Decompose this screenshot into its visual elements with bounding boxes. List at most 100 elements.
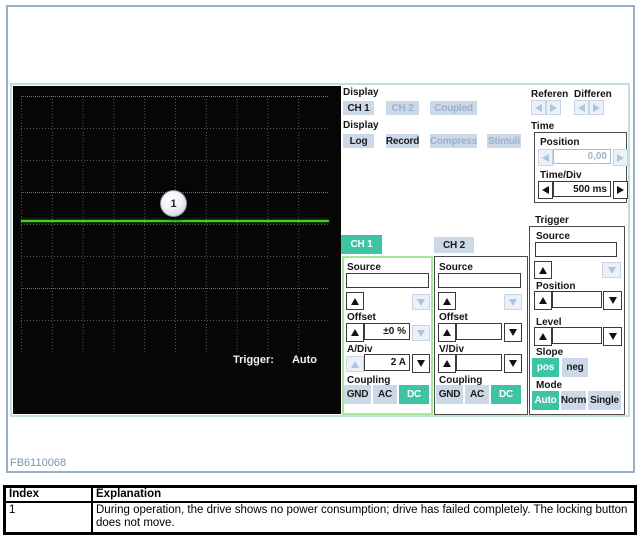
index-column-header: Index — [5, 487, 93, 503]
arrow-down-icon — [509, 360, 517, 367]
ch2-offset-up-button[interactable] — [438, 323, 456, 342]
ch1-coupling-gnd-button[interactable]: GND — [344, 385, 371, 404]
trigger-position-up-button[interactable] — [534, 291, 552, 310]
tab-ch1[interactable]: CH 1 — [341, 235, 382, 254]
time-div-label: Time/Div — [540, 170, 582, 181]
arrow-left-icon — [578, 104, 585, 112]
ch1-source-down-button[interactable] — [412, 294, 430, 310]
table-header-row: Index Explanation — [5, 487, 636, 503]
ch1-source-field[interactable] — [346, 273, 429, 288]
display-ch2-button[interactable]: CH 2 — [386, 101, 419, 115]
arrow-up-icon — [351, 361, 359, 368]
ch1-coupling-ac-button[interactable]: AC — [373, 385, 397, 404]
arrow-down-icon — [609, 297, 617, 304]
arrow-up-icon — [351, 329, 359, 336]
difference-next-button[interactable] — [589, 100, 604, 115]
arrow-up-icon — [443, 298, 451, 305]
time-div-field[interactable]: 500 ms — [553, 181, 611, 197]
table-row: 1 During operation, the drive shows no p… — [5, 502, 636, 534]
ch2-offset-down-button[interactable] — [504, 323, 522, 342]
arrow-down-icon — [509, 299, 517, 306]
ch2-vdiv-down-button[interactable] — [504, 354, 522, 373]
arrow-up-icon — [539, 297, 547, 304]
ch1-offset-field[interactable]: ±0 % — [364, 323, 410, 340]
ch2-offset-field[interactable] — [456, 323, 502, 340]
arrow-down-icon — [417, 299, 425, 306]
trigger-source-field[interactable] — [535, 242, 617, 257]
trigger-level-field[interactable] — [552, 327, 602, 344]
reference-next-button[interactable] — [546, 100, 561, 115]
ch1-source-label: Source — [347, 262, 381, 273]
ch1-offset-down-button[interactable] — [412, 325, 430, 341]
display-channels-label: Display — [343, 87, 379, 98]
ch1-source-up-button[interactable] — [346, 292, 364, 310]
trigger-source-down-button[interactable] — [602, 262, 621, 278]
ch2-coupling-gnd-button[interactable]: GND — [436, 385, 463, 404]
time-position-label: Position — [540, 137, 579, 148]
ch1-coupling-dc-button[interactable]: DC — [399, 385, 429, 404]
slope-neg-button[interactable]: neg — [562, 358, 588, 377]
stimuli-button[interactable]: Stimuli — [487, 134, 521, 148]
trigger-position-down-button[interactable] — [603, 291, 622, 310]
ch1-offset-up-button[interactable] — [346, 323, 364, 342]
arrow-up-icon — [539, 333, 547, 340]
ch1-adiv-down-button[interactable] — [412, 354, 430, 373]
time-position-field[interactable]: 0,00 — [553, 149, 611, 164]
ch1-adiv-up-button[interactable] — [346, 356, 364, 372]
ch2-offset-label: Offset — [439, 312, 468, 323]
arrow-right-icon — [593, 104, 600, 112]
arrow-down-icon — [608, 267, 616, 274]
arrow-down-icon — [609, 333, 617, 340]
index-cell: 1 — [5, 502, 93, 534]
arrow-right-icon — [617, 154, 624, 162]
trigger-position-field[interactable] — [552, 291, 602, 308]
trigger-source-up-button[interactable] — [534, 261, 552, 279]
trigger-status-value: Auto — [292, 354, 317, 366]
trigger-slope-label: Slope — [536, 347, 563, 358]
explanation-table: Index Explanation 1 During operation, th… — [3, 485, 637, 535]
arrow-down-icon — [509, 329, 517, 336]
compress-button[interactable]: Compress — [430, 134, 477, 148]
arrow-up-icon — [539, 267, 547, 274]
mode-single-button[interactable]: Single — [588, 391, 621, 410]
arrow-right-icon — [617, 186, 624, 194]
log-button[interactable]: Log — [343, 134, 374, 148]
ch2-source-label: Source — [439, 262, 473, 273]
arrow-left-icon — [542, 186, 549, 194]
ch2-source-field[interactable] — [438, 273, 521, 288]
ch2-coupling-dc-button[interactable]: DC — [491, 385, 521, 404]
display-coupled-button[interactable]: Coupled — [430, 101, 477, 115]
page: 1 Trigger:Auto Display CH 1 CH 2 Coupled… — [0, 0, 641, 547]
arrow-left-icon — [542, 154, 549, 162]
trigger-status: Trigger:Auto — [233, 354, 317, 366]
time-position-increment-button[interactable] — [613, 149, 628, 166]
time-position-decrement-button[interactable] — [538, 149, 553, 166]
display-ch1-button[interactable]: CH 1 — [343, 101, 374, 115]
arrow-down-icon — [417, 330, 425, 337]
slope-pos-button[interactable]: pos — [532, 358, 559, 377]
time-div-decrement-button[interactable] — [538, 181, 553, 199]
time-div-increment-button[interactable] — [613, 181, 628, 199]
record-button[interactable]: Record — [386, 134, 419, 148]
ch1-adiv-field[interactable]: 2 A — [364, 354, 410, 371]
arrow-up-icon — [351, 298, 359, 305]
ch2-coupling-ac-button[interactable]: AC — [465, 385, 489, 404]
callout-marker-1: 1 — [160, 190, 187, 217]
ch2-vdiv-field[interactable] — [456, 354, 502, 371]
reference-label: Referen — [531, 89, 568, 100]
trigger-level-up-button[interactable] — [534, 327, 552, 346]
tab-ch2[interactable]: CH 2 — [434, 237, 474, 253]
ch2-source-up-button[interactable] — [438, 292, 456, 310]
time-label: Time — [531, 121, 554, 132]
arrow-down-icon — [417, 360, 425, 367]
signal-trace-green — [21, 220, 329, 222]
difference-prev-button[interactable] — [574, 100, 589, 115]
ch2-source-down-button[interactable] — [504, 294, 522, 310]
ch2-vdiv-up-button[interactable] — [438, 354, 456, 373]
reference-prev-button[interactable] — [531, 100, 546, 115]
trigger-level-down-button[interactable] — [603, 327, 622, 346]
scope-display: 1 Trigger:Auto — [13, 86, 341, 414]
mode-auto-button[interactable]: Auto — [532, 391, 559, 410]
explanation-cell: During operation, the drive shows no pow… — [92, 502, 636, 534]
mode-norm-button[interactable]: Norm — [561, 391, 586, 410]
